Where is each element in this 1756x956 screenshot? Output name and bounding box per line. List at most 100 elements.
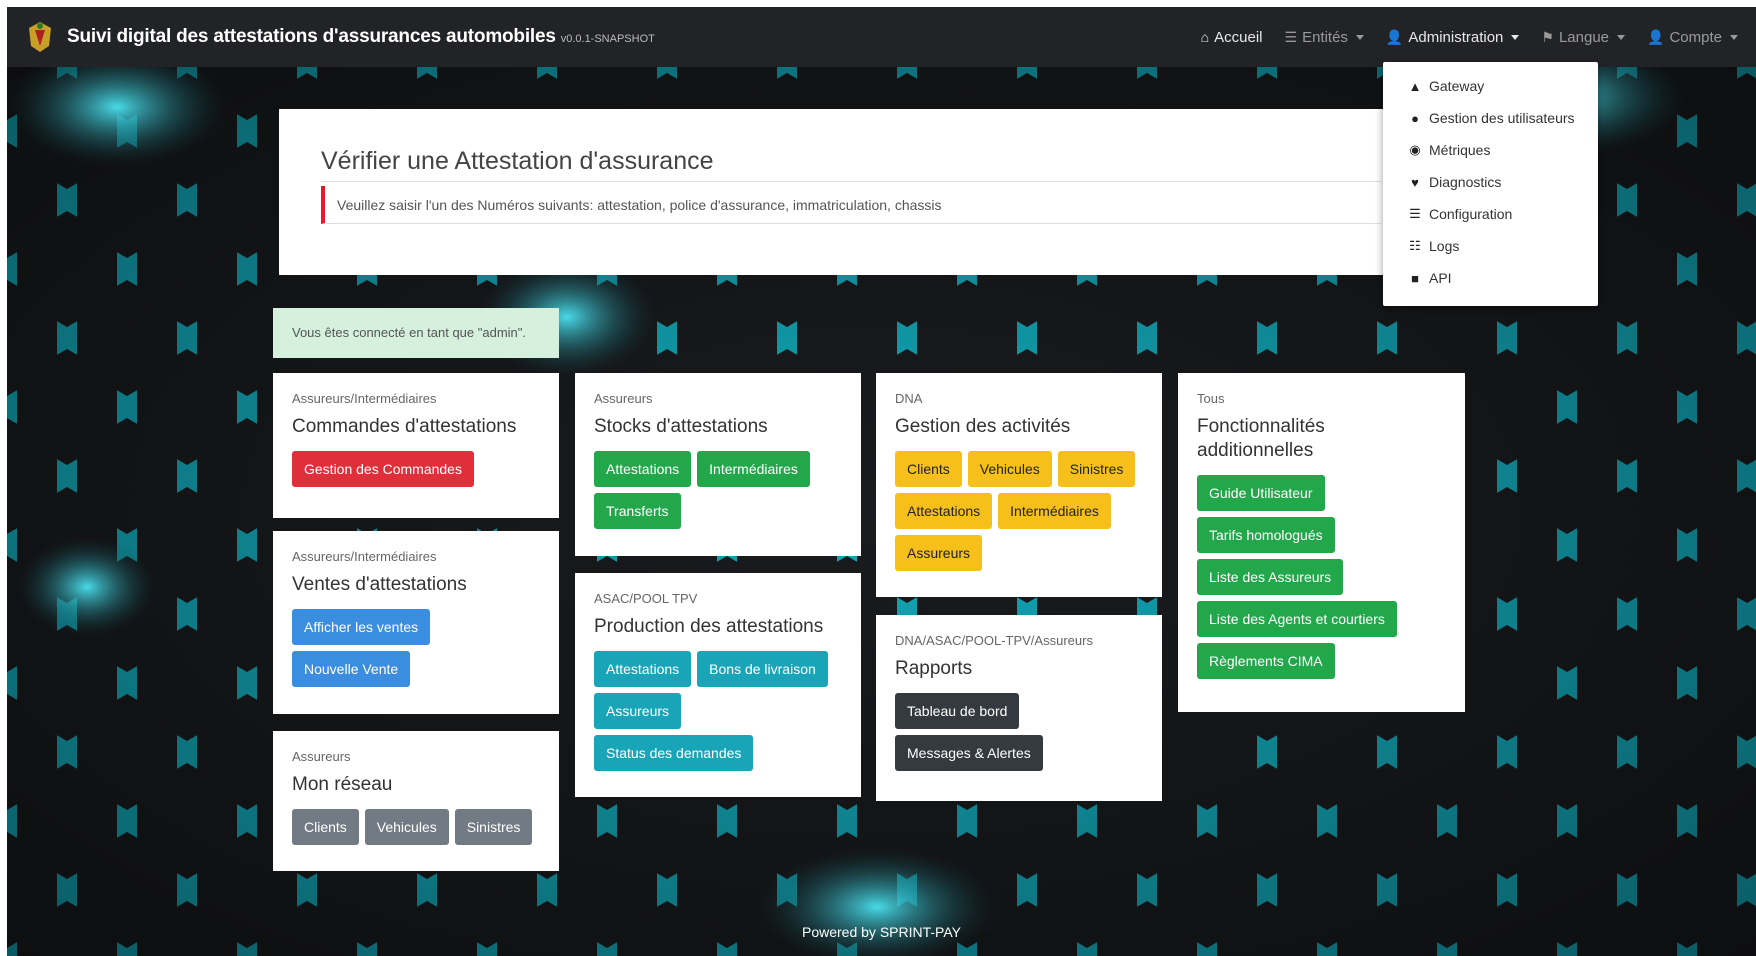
- liste-assureurs-button[interactable]: Liste des Assureurs: [1197, 559, 1344, 595]
- menu-item-label: Gateway: [1429, 78, 1485, 94]
- card-production: ASAC/POOL TPV Production des attestation…: [575, 573, 861, 797]
- card-subtitle: ASAC/POOL TPV: [594, 591, 698, 606]
- card-title: Production des attestations: [594, 616, 824, 637]
- caret-down-icon: [1511, 34, 1520, 40]
- card-mon-reseau: Assureurs Mon réseau Clients Vehicules S…: [273, 731, 559, 871]
- nav-item-accueil[interactable]: ⌂ Accueil: [1201, 29, 1263, 46]
- card-commandes: Assureurs/Intermédiaires Commandes d'att…: [273, 373, 559, 518]
- nav-item-langue[interactable]: ⚑ Langue: [1541, 28, 1626, 46]
- card-subtitle: Assureurs: [594, 391, 653, 406]
- nav-item-label: Entités: [1302, 28, 1348, 46]
- production-assureurs-button[interactable]: Assureurs: [594, 693, 682, 729]
- menu-item-logs[interactable]: ☷ Logs: [1383, 230, 1598, 262]
- menu-item-metriques[interactable]: ◉ Métriques: [1383, 134, 1598, 166]
- nav-item-administration[interactable]: 👤 Administration: [1386, 28, 1520, 46]
- menu-item-api[interactable]: ■ API: [1383, 262, 1598, 294]
- liste-agents-courtiers-button[interactable]: Liste des Agents et courtiers: [1197, 601, 1397, 637]
- card-ventes: Assureurs/Intermédiaires Ventes d'attest…: [273, 531, 559, 714]
- card-subtitle: Assureurs: [292, 749, 351, 764]
- card-title: Rapports: [895, 658, 973, 679]
- card-fonctionnalites: Tous Fonctionnalités additionnelles Guid…: [1178, 373, 1465, 712]
- activites-attestations-button[interactable]: Attestations: [895, 493, 993, 529]
- menu-item-label: Logs: [1429, 238, 1460, 254]
- card-title: Gestion des activités: [895, 416, 1071, 437]
- activites-vehicules-button[interactable]: Vehicules: [967, 451, 1052, 487]
- activites-clients-button[interactable]: Clients: [895, 451, 962, 487]
- menu-item-label: Métriques: [1429, 142, 1491, 158]
- activites-intermediaires-button[interactable]: Intermédiaires: [998, 493, 1111, 529]
- menu-item-label: Diagnostics: [1429, 174, 1502, 190]
- road-icon: ▲: [1408, 78, 1422, 94]
- menu-item-diagnostics[interactable]: ♥ Diagnostics: [1383, 166, 1598, 198]
- stocks-attestations-button[interactable]: Attestations: [594, 451, 692, 487]
- tasks-icon: ☷: [1409, 238, 1421, 253]
- caret-down-icon: [1617, 34, 1626, 40]
- reseau-vehicules-button[interactable]: Vehicules: [364, 809, 449, 845]
- caret-down-icon: [1355, 34, 1364, 40]
- card-rapports: DNA/ASAC/POOL-TPV/Assureurs Rapports Tab…: [876, 615, 1162, 801]
- activites-sinistres-button[interactable]: Sinistres: [1057, 451, 1136, 487]
- menu-item-label: Configuration: [1429, 206, 1513, 222]
- menu-item-gateway[interactable]: ▲ Gateway: [1383, 70, 1598, 102]
- verify-search-input[interactable]: Veuillez saisir l'un des Numéros suivant…: [321, 186, 1381, 224]
- menu-item-configuration[interactable]: ☰ Configuration: [1383, 198, 1598, 230]
- afficher-ventes-button[interactable]: Afficher les ventes: [292, 609, 431, 645]
- reglements-cima-button[interactable]: Règlements CIMA: [1197, 643, 1335, 679]
- activites-assureurs-button[interactable]: Assureurs: [895, 535, 983, 571]
- heart-icon: ♥: [1411, 174, 1419, 190]
- stocks-intermediaires-button[interactable]: Intermédiaires: [697, 451, 810, 487]
- messages-alertes-button[interactable]: Messages & Alertes: [895, 735, 1043, 771]
- book-icon: ■: [1411, 270, 1419, 286]
- reseau-clients-button[interactable]: Clients: [292, 809, 359, 845]
- nav-item-compte[interactable]: 👤 Compte: [1647, 29, 1738, 46]
- divider: [321, 181, 1381, 182]
- card-title: Commandes d'attestations: [292, 416, 517, 437]
- card-stocks: Assureurs Stocks d'attestations Attestat…: [575, 373, 861, 556]
- verify-title: Vérifier une Attestation d'assurance: [321, 147, 714, 175]
- administration-dropdown: ▲ Gateway ● Gestion des utilisateurs ◉ M…: [1383, 62, 1598, 306]
- list-icon: ☰: [1284, 28, 1298, 45]
- menu-item-gestion-utilisateurs[interactable]: ● Gestion des utilisateurs: [1383, 102, 1598, 134]
- card-activites: DNA Gestion des activités Clients Vehicu…: [876, 373, 1162, 597]
- user-icon: 👤: [1647, 28, 1665, 45]
- app-window: Suivi digital des attestations d'assuran…: [7, 7, 1756, 956]
- card-subtitle: DNA: [895, 391, 923, 406]
- flag-icon: ⚑: [1541, 28, 1554, 45]
- footer-text: Powered by SPRINT-PAY: [802, 924, 961, 940]
- tableau-de-bord-button[interactable]: Tableau de bord: [895, 693, 1020, 729]
- gestion-commandes-button[interactable]: Gestion des Commandes: [292, 451, 474, 487]
- bons-livraison-button[interactable]: Bons de livraison: [697, 651, 828, 687]
- brand-version: v0.0.1-SNAPSHOT: [560, 33, 655, 45]
- home-icon: ⌂: [1200, 29, 1210, 45]
- card-subtitle: Assureurs/Intermédiaires: [292, 391, 437, 406]
- nav-item-label: Langue: [1558, 28, 1610, 46]
- brand-title: Suivi digital des attestations d'assuran…: [67, 26, 556, 47]
- user-icon: ●: [1411, 110, 1419, 126]
- card-title: Ventes d'attestations: [292, 574, 467, 595]
- nav-menu: ⌂ Accueil ☰ Entités 👤 Administration ⚑ L…: [1179, 7, 1738, 67]
- brand-logo-icon: [29, 22, 51, 52]
- nouvelle-vente-button[interactable]: Nouvelle Vente: [292, 651, 411, 687]
- reseau-sinistres-button[interactable]: Sinistres: [454, 809, 533, 845]
- card-subtitle: Tous: [1197, 391, 1225, 406]
- nav-item-entites[interactable]: ☰ Entités: [1285, 29, 1364, 46]
- tarifs-homologues-button[interactable]: Tarifs homologués: [1197, 517, 1335, 553]
- card-title: Mon réseau: [292, 774, 393, 795]
- menu-item-label: API: [1429, 270, 1452, 286]
- card-subtitle: Assureurs/Intermédiaires: [292, 549, 437, 564]
- login-status-alert: Vous êtes connecté en tant que "admin".: [273, 308, 559, 358]
- verify-panel: Vérifier une Attestation d'assurance Veu…: [279, 109, 1389, 275]
- nav-item-label: Compte: [1669, 28, 1722, 46]
- status-demandes-button[interactable]: Status des demandes: [594, 735, 754, 771]
- nav-item-label: Administration: [1408, 28, 1504, 46]
- guide-utilisateur-button[interactable]: Guide Utilisateur: [1197, 475, 1325, 511]
- stocks-transferts-button[interactable]: Transferts: [594, 493, 681, 529]
- card-title: Stocks d'attestations: [594, 416, 768, 437]
- brand[interactable]: Suivi digital des attestations d'assuran…: [25, 20, 655, 54]
- card-title: Fonctionnalités additionnelles: [1197, 416, 1325, 461]
- production-attestations-button[interactable]: Attestations: [594, 651, 692, 687]
- caret-down-icon: [1730, 34, 1738, 40]
- top-navbar: Suivi digital des attestations d'assuran…: [7, 7, 1756, 67]
- tachometer-icon: ◉: [1409, 142, 1421, 157]
- nav-item-label: Accueil: [1214, 28, 1263, 46]
